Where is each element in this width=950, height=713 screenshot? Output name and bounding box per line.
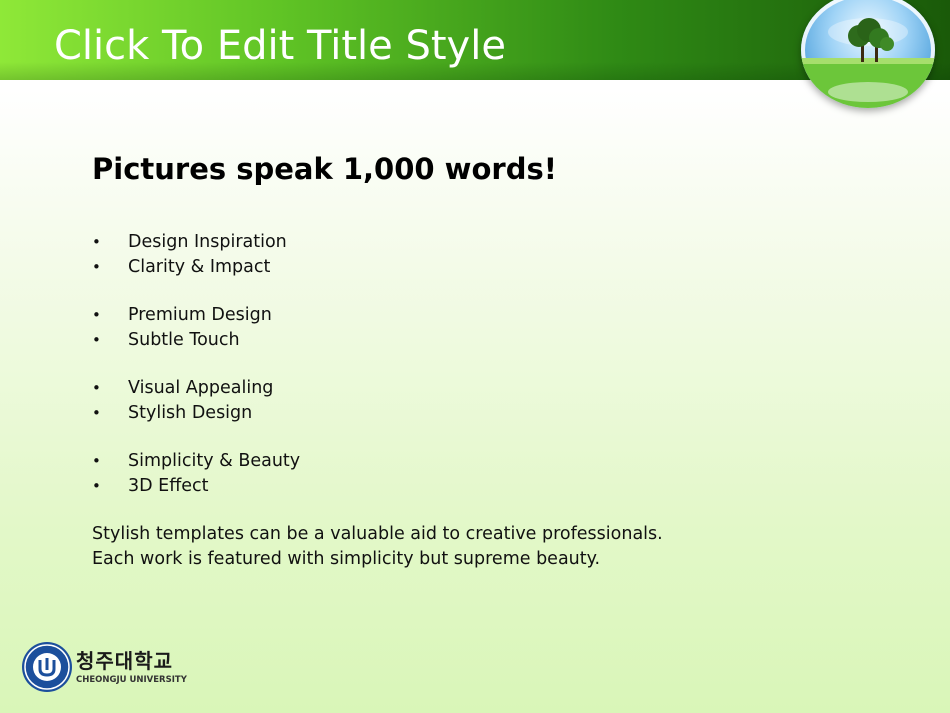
- bullet-item: • Simplicity & Beauty: [92, 449, 300, 474]
- bullet-list[interactable]: • Design Inspiration • Clarity & Impact • P…: [92, 230, 300, 498]
- bullet-text: Premium Design: [128, 305, 272, 325]
- bullet-text: 3D Effect: [128, 475, 209, 496]
- university-korean-name: 청주대학교: [76, 649, 173, 673]
- bullet-text: Subtle Touch: [128, 329, 240, 350]
- bullet-dot-icon: •: [92, 233, 101, 251]
- bullet-text: Clarity & Impact: [128, 256, 271, 277]
- bullet-item: • Clarity & Impact: [92, 255, 300, 280]
- bullet-dot-icon: •: [92, 257, 101, 276]
- university-seal-icon: [22, 642, 72, 692]
- bullet-dot-icon: •: [92, 330, 101, 349]
- bullet-item: • Visual Appealing: [92, 376, 300, 401]
- bullet-text: Stylish Design: [128, 402, 253, 423]
- paragraph-line: Each work is featured with simplicity bu…: [92, 548, 601, 569]
- slide-title[interactable]: Click To Edit Title Style: [54, 22, 506, 70]
- bullet-dot-icon: •: [92, 452, 101, 470]
- university-logo: 청주대학교 CHEONGJU UNIVERSITY: [22, 642, 192, 692]
- bullet-dot-icon: •: [92, 306, 101, 324]
- bullet-item: • Design Inspiration: [92, 230, 300, 255]
- bullet-item: • 3D Effect: [92, 474, 300, 499]
- paragraph-line: Stylish templates can be a valuable aid …: [92, 524, 663, 544]
- bullet-dot-icon: •: [92, 379, 101, 397]
- bullet-text: Design Inspiration: [128, 232, 287, 252]
- description-paragraph[interactable]: Stylish templates can be a valuable aid …: [92, 522, 663, 571]
- globe-landscape-image: [801, 0, 935, 108]
- bullet-text: Visual Appealing: [128, 378, 274, 398]
- content-heading[interactable]: Pictures speak 1,000 words!: [92, 150, 557, 188]
- tree-globe-icon: [801, 18, 935, 108]
- bullet-dot-icon: •: [92, 403, 101, 422]
- bullet-dot-icon: •: [92, 476, 101, 495]
- bullet-text: Simplicity & Beauty: [128, 451, 301, 471]
- university-english-name: CHEONGJU UNIVERSITY: [76, 675, 187, 685]
- bullet-item: • Premium Design: [92, 303, 300, 328]
- bullet-item: • Stylish Design: [92, 401, 300, 426]
- bullet-item: • Subtle Touch: [92, 328, 300, 353]
